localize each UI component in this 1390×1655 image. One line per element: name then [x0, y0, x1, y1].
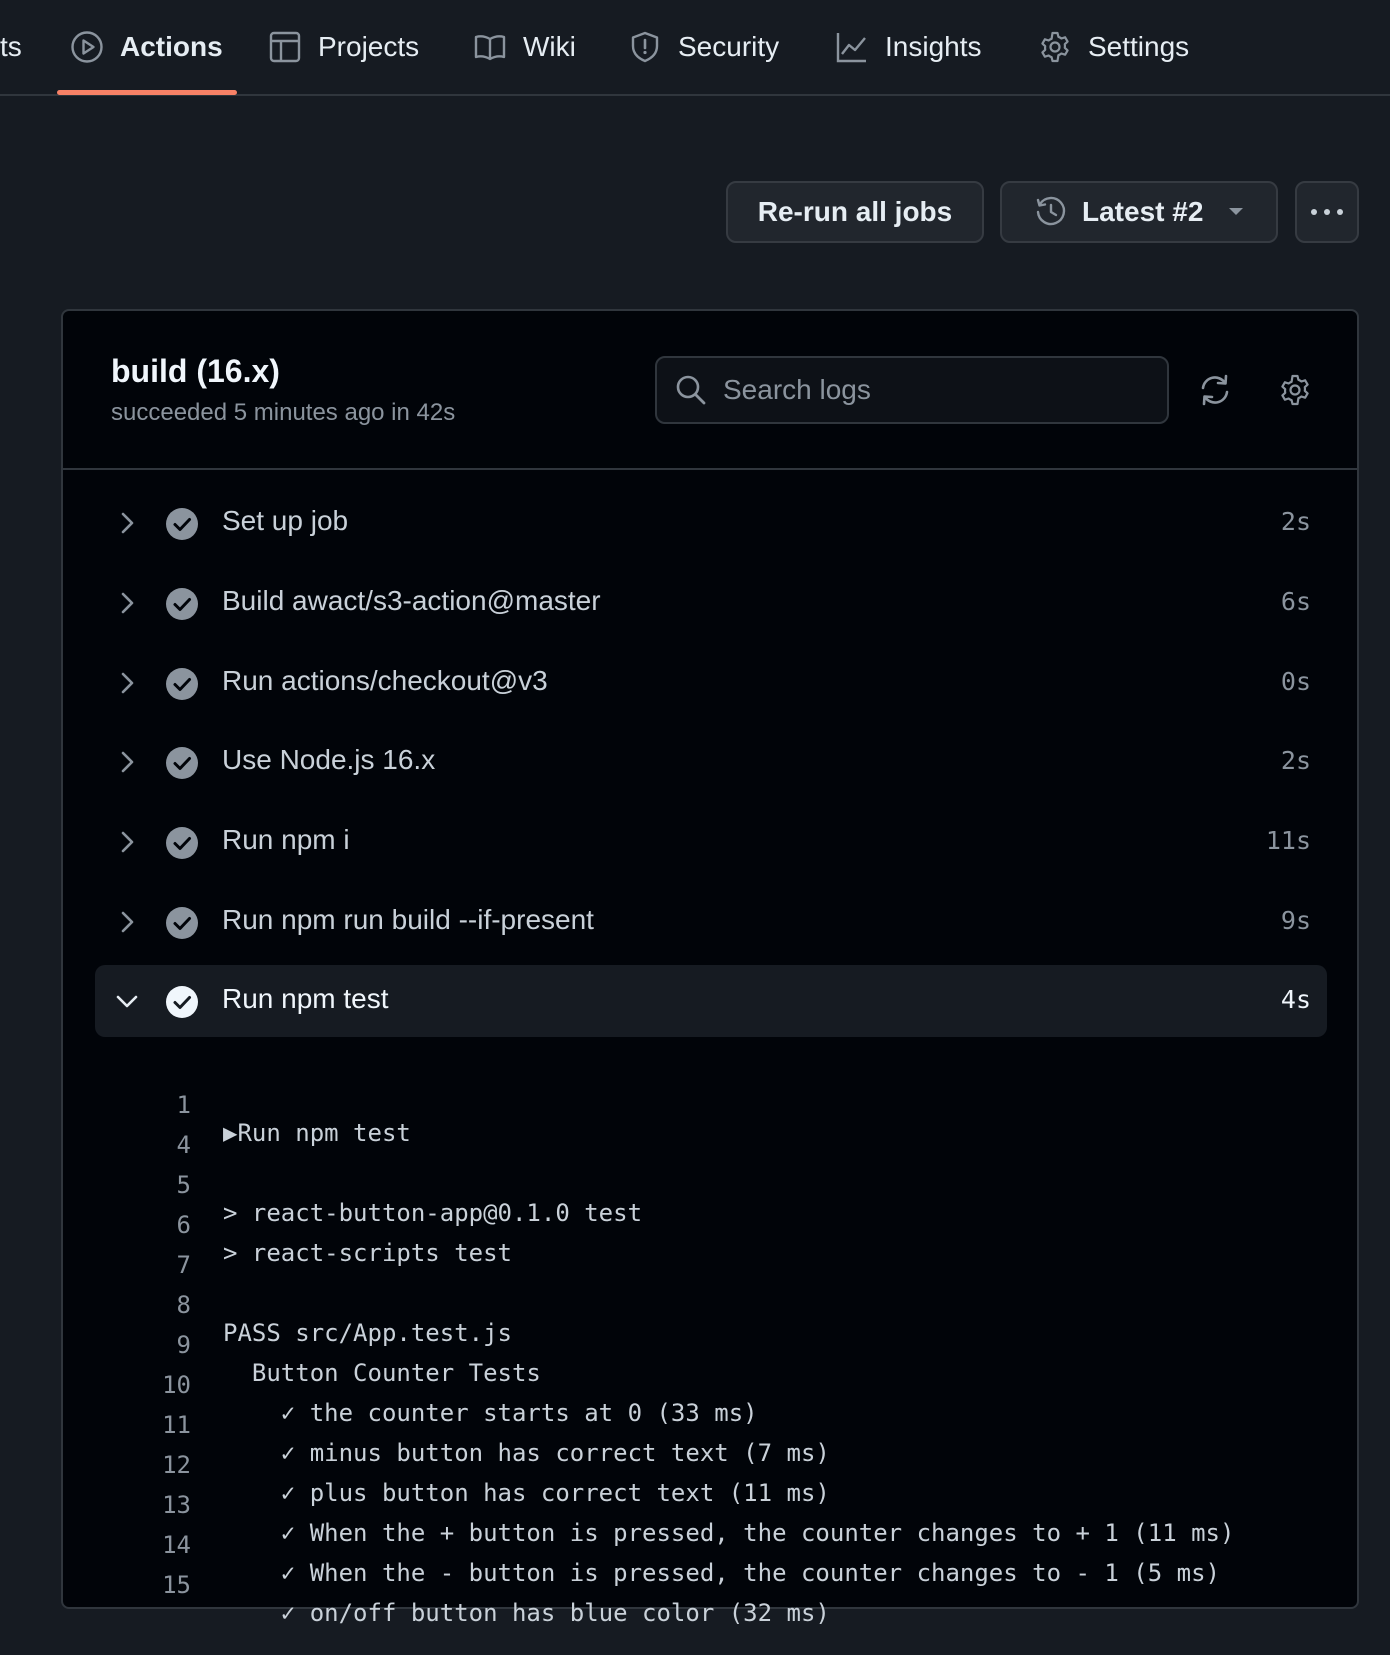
chevron-right-icon	[113, 748, 141, 776]
log-line: 8 PASS src/App.test.js	[63, 1263, 1353, 1347]
play-icon	[70, 30, 104, 64]
tab-label: Security	[678, 31, 780, 62]
line-text: ✓ on/off button has blue color (32 ms)	[223, 1599, 830, 1627]
check-circle-icon	[165, 826, 199, 860]
step-run-checkout[interactable]: Run actions/checkout@v3 0s	[95, 647, 1327, 719]
step-name: Use Node.js 16.x	[222, 744, 436, 775]
active-tab-indicator	[57, 90, 237, 95]
latest-run-dropdown[interactable]: Latest #2	[1000, 181, 1278, 243]
tab-insights[interactable]: Insights	[835, 0, 982, 94]
job-status: succeeded 5 minutes ago in 42s	[111, 399, 456, 426]
step-duration: 9s	[1280, 906, 1311, 935]
check-circle-icon	[165, 985, 199, 1019]
rerun-label: Re-run all jobs	[757, 196, 953, 227]
log-line: 6 > react-scripts test	[63, 1183, 1353, 1267]
tab-label: Insights	[885, 31, 982, 62]
check-circle-icon	[165, 507, 199, 541]
log-line: 10 ✓ the counter starts at 0 (33 ms)	[63, 1343, 1353, 1427]
caret-down-icon	[1228, 207, 1244, 217]
latest-label: Latest #2	[1082, 196, 1204, 227]
log-line: 4	[63, 1103, 1353, 1159]
step-name: Run npm test	[222, 983, 389, 1014]
repo-nav: ts Actions Projects Wiki Security Insigh…	[0, 0, 1390, 96]
chevron-right-icon	[113, 509, 141, 537]
search-logs-input[interactable]	[721, 373, 1145, 407]
step-run-npm-build[interactable]: Run npm run build --if-present 9s	[95, 886, 1327, 958]
header-divider	[63, 468, 1357, 470]
log-line: 7	[63, 1223, 1353, 1279]
kebab-horizontal-icon	[1310, 208, 1344, 216]
tab-security[interactable]: Security	[628, 0, 779, 94]
sync-icon	[1198, 373, 1232, 407]
tab-label: ts	[0, 31, 22, 62]
step-name: Run actions/checkout@v3	[222, 665, 548, 696]
more-options-button[interactable]	[1295, 181, 1359, 243]
tab-label: Actions	[120, 31, 223, 62]
step-duration: 4s	[1280, 985, 1311, 1014]
job-log-panel: build (16.x) succeeded 5 minutes ago in …	[61, 309, 1359, 1627]
graph-icon	[835, 30, 869, 64]
step-name: Run npm run build --if-present	[222, 904, 594, 935]
step-name: Build awact/s3-action@master	[222, 585, 601, 616]
chevron-right-icon	[113, 828, 141, 856]
tab-settings[interactable]: Settings	[1038, 0, 1189, 94]
step-run-npm-test[interactable]: Run npm test 4s	[95, 965, 1327, 1037]
job-title: build (16.x)	[111, 353, 280, 389]
shield-icon	[628, 30, 662, 64]
tab-wiki[interactable]: Wiki	[473, 0, 576, 94]
gear-icon	[1278, 373, 1312, 407]
check-circle-icon	[165, 667, 199, 701]
check-circle-icon	[165, 587, 199, 621]
log-line: 12 ✓ plus button has correct text (11 ms…	[63, 1423, 1353, 1507]
book-icon	[473, 30, 507, 64]
log-line: 11 ✓ minus button has correct text (7 ms…	[63, 1383, 1353, 1467]
rerun-all-jobs-button[interactable]: Re-run all jobs	[726, 181, 984, 243]
line-number[interactable]: 15	[133, 1571, 191, 1599]
tab-partial[interactable]: ts	[0, 0, 22, 94]
tab-label: Wiki	[523, 31, 576, 62]
tab-projects[interactable]: Projects	[268, 0, 419, 94]
log-line: 15 ✓ on/off button has blue color (32 ms…	[63, 1543, 1353, 1627]
gear-icon	[1038, 30, 1072, 64]
history-icon	[1034, 195, 1068, 229]
chevron-right-icon	[113, 669, 141, 697]
step-duration: 0s	[1280, 667, 1311, 696]
chevron-right-icon	[113, 589, 141, 617]
step-run-npm-i[interactable]: Run npm i 11s	[95, 806, 1327, 878]
tab-actions[interactable]: Actions	[70, 0, 223, 94]
search-logs-field[interactable]	[655, 356, 1169, 424]
log-settings-button[interactable]	[1275, 370, 1315, 410]
check-circle-icon	[165, 906, 199, 940]
table-icon	[268, 30, 302, 64]
log-line: 14 ✓ When the - button is pressed, the c…	[63, 1503, 1353, 1587]
step-duration: 2s	[1280, 507, 1311, 536]
check-circle-icon	[165, 746, 199, 780]
step-duration: 6s	[1280, 587, 1311, 616]
step-build-s3-action[interactable]: Build awact/s3-action@master 6s	[95, 567, 1327, 639]
step-set-up-job[interactable]: Set up job 2s	[95, 487, 1327, 559]
chevron-right-icon	[113, 908, 141, 936]
search-icon	[675, 374, 707, 406]
step-name: Run npm i	[222, 824, 350, 855]
step-use-node[interactable]: Use Node.js 16.x 2s	[95, 726, 1327, 798]
tab-label: Projects	[318, 31, 420, 62]
log-line: 5 > react-button-app@0.1.0 test	[63, 1143, 1353, 1227]
log-line: 13 ✓ When the + button is pressed, the c…	[63, 1463, 1353, 1547]
step-duration: 11s	[1265, 826, 1311, 855]
refresh-button[interactable]	[1195, 370, 1235, 410]
chevron-down-icon	[113, 987, 141, 1015]
step-name: Set up job	[222, 505, 349, 536]
step-duration: 2s	[1280, 746, 1311, 775]
tab-label: Settings	[1088, 31, 1190, 62]
log-line: 9 Button Counter Tests	[63, 1303, 1353, 1387]
log-line[interactable]: 1 ▶Run npm test	[63, 1063, 1353, 1147]
